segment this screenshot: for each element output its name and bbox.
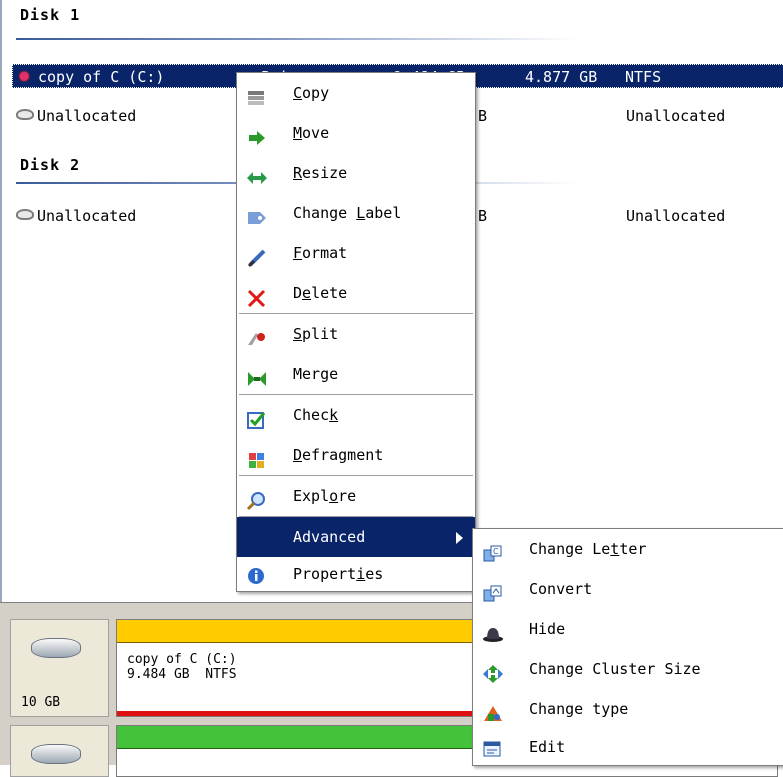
submenu-item-change-letter[interactable]: C Change Letter xyxy=(473,529,783,569)
submenu-item-hide[interactable]: Hide xyxy=(473,609,783,649)
context-menu: Copy Move Resize Change Label Format Del… xyxy=(236,72,476,592)
menu-item-explore[interactable]: Explore xyxy=(237,476,475,516)
label-icon xyxy=(246,203,268,224)
checkbox-icon xyxy=(246,405,268,429)
menu-item-merge[interactable]: Merge xyxy=(237,354,475,394)
menu-item-properties[interactable]: Properties xyxy=(237,557,475,591)
menu-item-split[interactable]: Split xyxy=(237,314,475,354)
hard-disk-icon xyxy=(31,744,81,764)
cluster-size-icon xyxy=(482,659,504,683)
submenu-item-edit[interactable]: Edit xyxy=(473,729,783,765)
unallocated-size: B xyxy=(478,107,488,125)
partition-bar-info: 9.484 GB NTFS xyxy=(127,667,237,682)
disk-size: 10 GB xyxy=(21,695,61,710)
submenu-arrow-icon xyxy=(456,532,463,544)
svg-text:C: C xyxy=(493,547,499,556)
menu-item-copy[interactable]: Copy xyxy=(237,73,475,113)
submenu-item-change-type[interactable]: Change type xyxy=(473,689,783,729)
hard-disk-icon xyxy=(31,638,81,658)
split-icon xyxy=(246,324,268,345)
unallocated-status: Unallocated xyxy=(626,107,726,125)
info-icon xyxy=(246,564,268,584)
partition-icon xyxy=(17,70,35,84)
submenu-item-convert[interactable]: Convert xyxy=(473,569,783,609)
partition-bar-name: copy of C (C:) xyxy=(127,652,237,667)
unallocated-status: Unallocated xyxy=(626,207,726,225)
menu-item-check[interactable]: Check xyxy=(237,395,475,435)
disk-1-header: Disk 1 xyxy=(20,6,81,24)
merge-icon xyxy=(246,364,268,386)
menu-item-format[interactable]: Format xyxy=(237,233,475,273)
menu-item-resize[interactable]: Resize xyxy=(237,153,475,193)
change-type-icon xyxy=(482,699,504,721)
menu-item-defragment[interactable]: Defragment xyxy=(237,435,475,475)
unallocated-name: Unallocated xyxy=(37,207,137,225)
convert-icon xyxy=(482,579,504,602)
disk-2-box[interactable] xyxy=(10,725,109,777)
submenu-item-change-cluster-size[interactable]: Change Cluster Size xyxy=(473,649,783,689)
format-brush-icon xyxy=(246,243,268,268)
menu-item-delete[interactable]: Delete xyxy=(237,273,475,313)
partition-name: copy of C (C:) xyxy=(38,68,165,86)
edit-hex-icon xyxy=(482,737,504,757)
menu-item-advanced[interactable]: Advanced xyxy=(237,517,475,557)
defragment-icon xyxy=(246,445,268,468)
menu-item-change-label[interactable]: Change Label xyxy=(237,193,475,233)
menu-item-move[interactable]: Move xyxy=(237,113,475,153)
disk-1-divider xyxy=(16,38,576,40)
disk-1-box[interactable]: 10 GB xyxy=(10,619,109,717)
hide-hat-icon xyxy=(482,619,504,642)
delete-x-icon xyxy=(246,283,268,308)
unallocated-name: Unallocated xyxy=(37,107,137,125)
unallocated-disk-icon xyxy=(16,109,34,120)
disk-2-header: Disk 2 xyxy=(20,156,81,174)
unallocated-size: B xyxy=(478,207,488,225)
advanced-submenu: C Change Letter Convert Hide Change Clus… xyxy=(472,528,783,766)
magnifier-icon xyxy=(246,486,268,511)
copy-icon xyxy=(246,83,268,105)
drive-letter-icon: C xyxy=(482,539,504,562)
move-icon xyxy=(246,123,268,145)
unallocated-disk-icon xyxy=(16,209,34,220)
partition-filesystem: NTFS xyxy=(625,68,662,86)
partition-used: 4.877 GB xyxy=(525,68,598,86)
resize-icon xyxy=(246,163,268,184)
